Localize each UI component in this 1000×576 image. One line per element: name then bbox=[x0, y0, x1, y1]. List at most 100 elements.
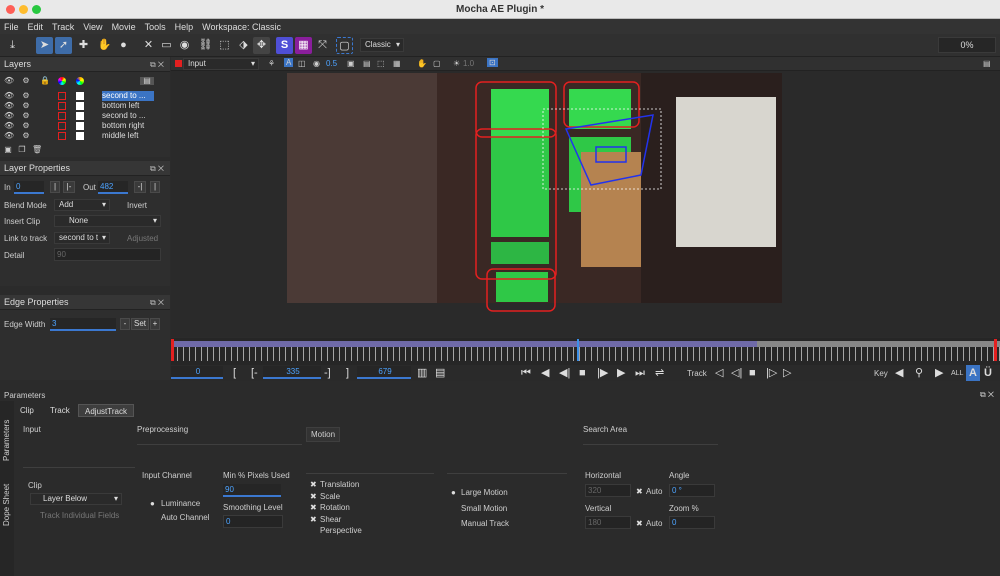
shear-check[interactable]: ✖ bbox=[310, 515, 317, 524]
viewer[interactable] bbox=[171, 57, 1000, 337]
layers-view-icon[interactable]: ▤ bbox=[363, 59, 371, 68]
select-points-tool-icon[interactable]: ➚ bbox=[55, 37, 72, 54]
layer-name[interactable]: bottom left bbox=[102, 101, 154, 111]
in-marker[interactable] bbox=[171, 339, 174, 361]
playback-mode-icon[interactable]: ⇌ bbox=[655, 365, 664, 381]
in-field[interactable]: 0 bbox=[14, 181, 44, 194]
in-frame-field[interactable]: 335 bbox=[263, 366, 321, 379]
eye-icon[interactable]: 👁 bbox=[4, 122, 14, 130]
zoom-tool-icon[interactable]: ● bbox=[115, 37, 132, 54]
matte-swatch[interactable] bbox=[76, 132, 84, 140]
layer-name[interactable]: middle left bbox=[102, 131, 154, 141]
track-box-icon[interactable]: ⊡ bbox=[487, 58, 498, 67]
transform-tool-icon[interactable]: ⬚ bbox=[216, 37, 233, 54]
layer-name[interactable]: second to ... bbox=[102, 91, 154, 101]
prev-key-icon[interactable]: ◀ bbox=[895, 365, 903, 381]
clip-select[interactable]: Layer Below bbox=[30, 493, 122, 505]
color-swatch[interactable] bbox=[58, 102, 66, 110]
timeline-ticks[interactable] bbox=[171, 347, 1000, 361]
side-tab-parameters[interactable]: Parameters bbox=[2, 420, 11, 461]
view-value-a[interactable]: 0.5 bbox=[326, 59, 337, 68]
horizontal-auto-label[interactable]: Auto bbox=[646, 487, 662, 496]
layer-name[interactable]: bottom right bbox=[102, 121, 154, 131]
set-edge-button[interactable]: Set bbox=[131, 318, 149, 330]
display-icon[interactable]: ▢ bbox=[433, 59, 441, 68]
matte-swatch[interactable] bbox=[76, 102, 84, 110]
play-backward-icon[interactable]: ◀ bbox=[541, 365, 549, 381]
search-area-tool-icon[interactable]: ▢ bbox=[336, 37, 353, 54]
next-key-icon[interactable]: ▶ bbox=[935, 365, 943, 381]
hand-tool-icon[interactable]: ✋ bbox=[96, 37, 113, 54]
track-step-forward-icon[interactable]: |▷ bbox=[766, 365, 777, 381]
timeline[interactable] bbox=[171, 338, 1000, 366]
loop-icon[interactable]: ▤ bbox=[435, 365, 445, 381]
viewer-options-icon[interactable]: ▤ bbox=[983, 59, 991, 68]
layer-row[interactable]: 👁 ⚙ bottom right bbox=[0, 121, 170, 131]
eye-icon[interactable]: 👁 bbox=[4, 112, 14, 120]
layer-options-icon[interactable]: ▤ bbox=[140, 77, 154, 85]
workspace-select[interactable]: Classic bbox=[360, 38, 404, 52]
add-key-icon[interactable]: ⚲ bbox=[915, 365, 923, 381]
decrease-edge-button[interactable]: - bbox=[120, 318, 130, 330]
x-spline-tool-icon[interactable]: ✕ bbox=[140, 37, 157, 54]
ui-key-icon[interactable]: Ü bbox=[984, 365, 992, 381]
large-motion-label[interactable]: Large Motion bbox=[461, 488, 508, 497]
matte-swatch[interactable] bbox=[76, 112, 84, 120]
goto-out-button[interactable]: -| bbox=[134, 181, 146, 193]
goto-in-button[interactable]: |- bbox=[63, 181, 75, 193]
trash-icon[interactable]: 🗑 bbox=[32, 146, 42, 154]
gear-icon[interactable]: ⚙ bbox=[22, 102, 30, 110]
translation-check[interactable]: ✖ bbox=[310, 480, 317, 489]
link-to-track-select[interactable]: second to t bbox=[54, 232, 110, 244]
monitor-icon[interactable]: ▣ bbox=[347, 59, 355, 68]
layer-row[interactable]: 👁 ⚙ middle left bbox=[0, 131, 170, 141]
luminance-label[interactable]: Luminance bbox=[161, 499, 200, 508]
step-back-icon[interactable]: ◀| bbox=[559, 365, 570, 381]
set-out-button[interactable]: | bbox=[150, 181, 160, 193]
playhead[interactable] bbox=[577, 339, 579, 361]
invert-label[interactable]: Invert bbox=[127, 201, 147, 210]
crosshair-tool-icon[interactable]: ✥ bbox=[253, 37, 270, 54]
gear-icon[interactable]: ⚙ bbox=[22, 112, 30, 120]
step-forward-icon[interactable]: |▶ bbox=[597, 365, 608, 381]
track-forward-icon[interactable]: ▷ bbox=[783, 365, 791, 381]
large-motion-radio[interactable]: ● bbox=[451, 488, 456, 497]
eye-icon[interactable]: 👁 bbox=[4, 92, 14, 100]
viewer-canvas[interactable] bbox=[171, 57, 1000, 337]
select-tool-icon[interactable]: ➤ bbox=[36, 37, 53, 54]
out-field[interactable]: 482 bbox=[98, 181, 128, 194]
set-in-button[interactable]: | bbox=[50, 181, 60, 193]
play-forward-icon[interactable]: ▶ bbox=[617, 365, 625, 381]
matte-swatch[interactable] bbox=[76, 92, 84, 100]
rotation-label[interactable]: Rotation bbox=[320, 503, 350, 512]
goto-start-icon[interactable]: ⏮ bbox=[521, 365, 531, 381]
out-marker[interactable] bbox=[994, 339, 997, 361]
panel-controls-icon[interactable]: ⧉ ✕ bbox=[150, 295, 164, 310]
layer-row[interactable]: 👁 ⚙ second to ... bbox=[0, 91, 170, 101]
color-swatch[interactable] bbox=[58, 122, 66, 130]
goto-in-icon[interactable]: [- bbox=[251, 365, 258, 381]
goto-end-icon[interactable]: ⏭ bbox=[635, 365, 645, 381]
stabilize-icon[interactable]: ⬚ bbox=[377, 59, 385, 68]
horizontal-field[interactable]: 320 bbox=[585, 484, 631, 497]
angle-field[interactable]: 0 ° bbox=[669, 484, 715, 497]
smoothing-field[interactable]: 0 bbox=[223, 515, 283, 528]
menu-help[interactable]: Help bbox=[175, 22, 194, 32]
menu-file[interactable]: File bbox=[4, 22, 19, 32]
color-swatch[interactable] bbox=[58, 112, 66, 120]
pan-icon[interactable]: ✋ bbox=[417, 59, 427, 68]
track-stop-icon[interactable]: ■ bbox=[749, 365, 756, 381]
shear-label[interactable]: Shear bbox=[320, 515, 341, 524]
vertical-field[interactable]: 180 bbox=[585, 516, 631, 529]
menu-tools[interactable]: Tools bbox=[145, 22, 166, 32]
duplicate-layer-icon[interactable]: ❐ bbox=[18, 146, 26, 154]
small-motion-label[interactable]: Small Motion bbox=[461, 504, 507, 513]
vertical-auto-check[interactable]: ✖ bbox=[636, 519, 643, 528]
menu-track[interactable]: Track bbox=[52, 22, 74, 32]
luminance-radio[interactable]: ● bbox=[150, 499, 155, 508]
side-tab-dope-sheet[interactable]: Dope Sheet bbox=[2, 484, 11, 526]
increase-edge-button[interactable]: + bbox=[150, 318, 160, 330]
color-swatch[interactable] bbox=[58, 92, 66, 100]
vertical-auto-label[interactable]: Auto bbox=[646, 519, 662, 528]
view-rgb-icon[interactable]: ⚘ bbox=[268, 59, 275, 68]
